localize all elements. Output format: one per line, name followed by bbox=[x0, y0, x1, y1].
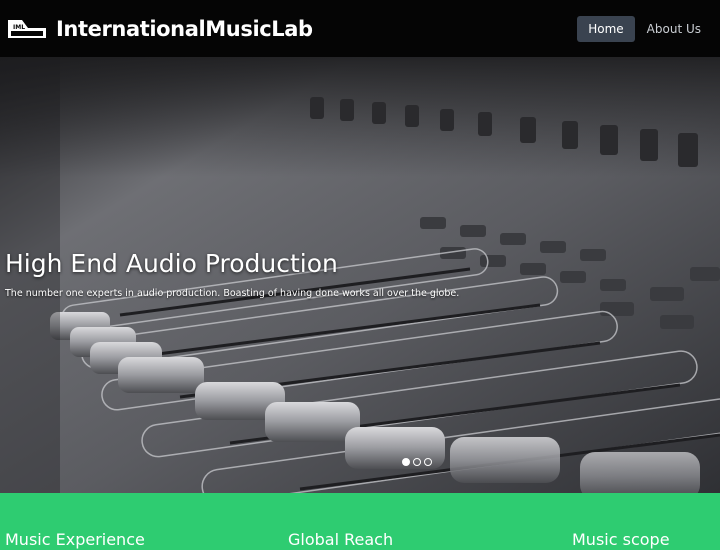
carousel-indicator-2[interactable] bbox=[413, 458, 421, 466]
hero-title: High End Audio Production bbox=[5, 249, 338, 278]
carousel-indicator-3[interactable] bbox=[424, 458, 432, 466]
brand-logo: IML bbox=[6, 18, 48, 40]
feature-title-music-experience: Music Experience bbox=[5, 530, 145, 549]
nav-link-about-us[interactable]: About Us bbox=[636, 16, 712, 42]
carousel-indicator-1[interactable] bbox=[402, 458, 410, 466]
carousel-caption: High End Audio Production The number one… bbox=[5, 249, 705, 299]
feature-title-music-scope: Music scope bbox=[572, 530, 670, 549]
nav-links: Home About Us bbox=[577, 15, 712, 42]
brand[interactable]: IML InternationalMusicLab bbox=[6, 17, 313, 41]
logo-text: IML bbox=[13, 24, 25, 31]
hero-subtitle: The number one experts in audio producti… bbox=[5, 288, 460, 299]
hero-carousel[interactable]: High End Audio Production The number one… bbox=[0, 57, 720, 493]
feature-title-global-reach: Global Reach bbox=[288, 530, 394, 549]
navbar: IML InternationalMusicLab Home About Us bbox=[0, 0, 720, 57]
brand-name: InternationalMusicLab bbox=[56, 16, 313, 41]
features-section: Music Experience Global Reach Music scop… bbox=[0, 493, 720, 550]
nav-link-home[interactable]: Home bbox=[577, 15, 635, 42]
carousel-indicators bbox=[402, 458, 432, 466]
